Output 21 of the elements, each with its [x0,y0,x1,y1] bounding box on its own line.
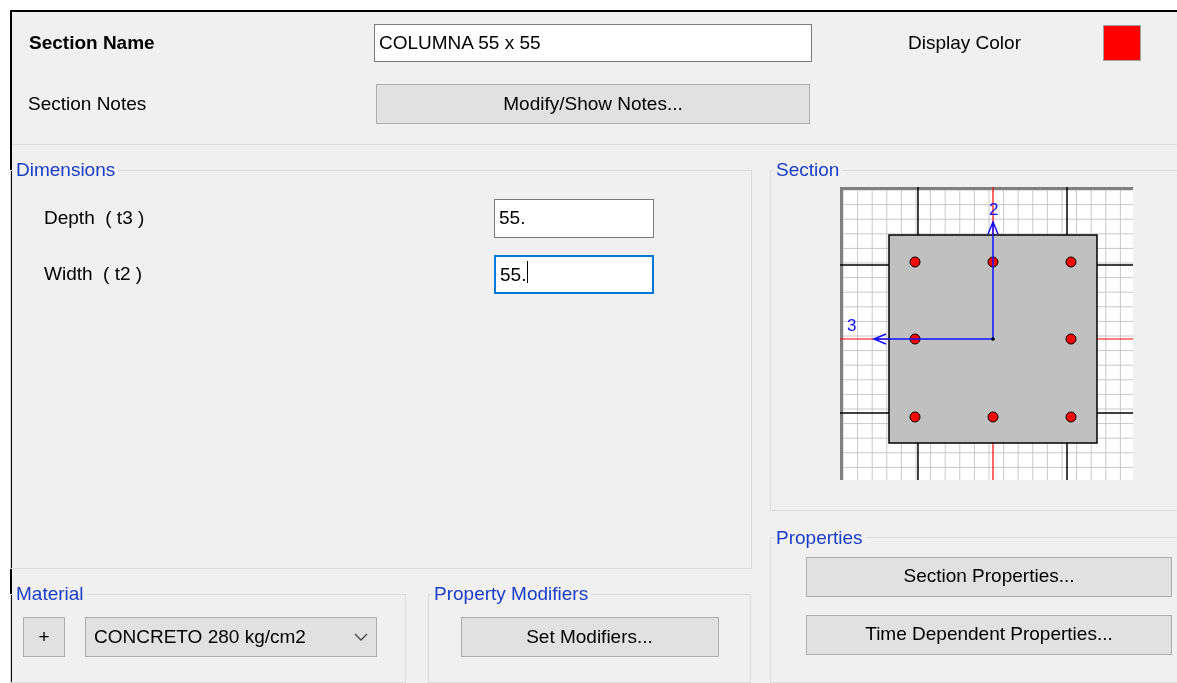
push-button[interactable]: Time Dependent Properties... [806,614,1172,655]
field-label: Width ( t2 ) [44,261,144,286]
group-title: Section [775,159,841,181]
group-title: Property Modifiers [433,583,590,605]
field-label: Section Name [29,30,156,55]
chevron-down-icon [354,632,368,642]
section-name-field[interactable]: COLUMNA 55 x 55 [374,24,812,62]
input-field[interactable]: 55. [494,254,654,294]
push-button[interactable]: Section Properties... [806,556,1172,597]
field-label: Display Color [908,30,1022,55]
input-field[interactable]: 55. [494,198,654,238]
field-label: Depth ( t3 ) [44,205,146,230]
group-title: Dimensions [15,159,117,181]
push-button[interactable]: Set Modifiers... [460,617,719,657]
material-dropdown[interactable]: CONCRETO 280 kg/cm2 [85,617,377,657]
push-button[interactable]: + [23,617,65,657]
color-swatch[interactable] [1103,25,1141,61]
push-button[interactable]: Modify/Show Notes... [376,84,810,124]
group-title: Material [15,583,85,605]
field-label: Section Notes [28,91,148,116]
group-title: Properties [775,526,864,549]
